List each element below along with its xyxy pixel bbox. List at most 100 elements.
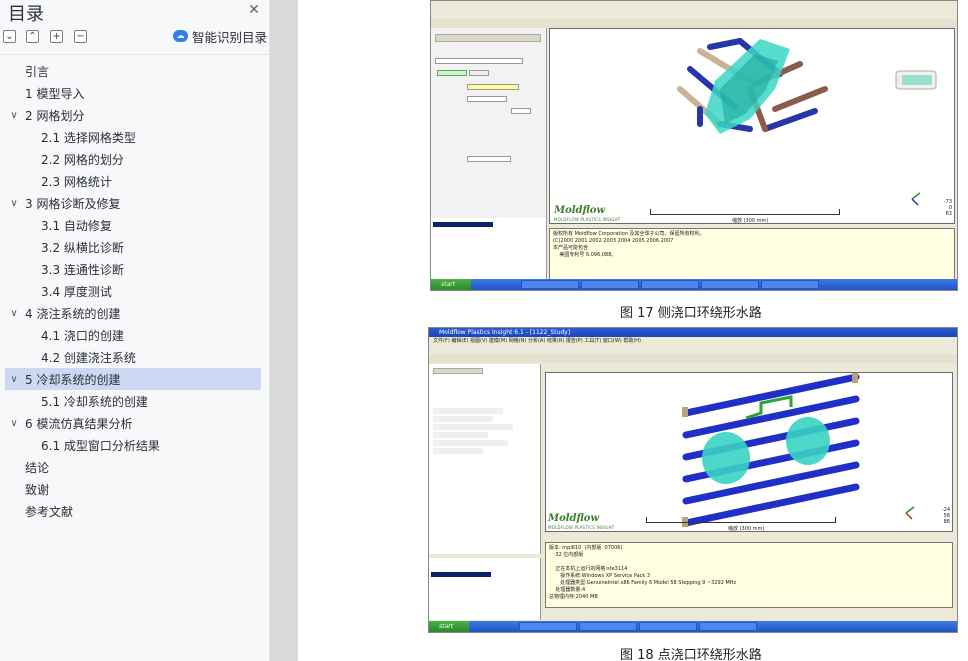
figure-18-caption: 图 18 点浇口环绕形水路 [620, 648, 762, 661]
toc-item[interactable]: ∨ 5 冷却系统的创建 [5, 368, 261, 390]
toolbar [431, 10, 957, 19]
toc-item[interactable]: ∨ 4 浇注系统的创建 [5, 302, 261, 324]
toc-item[interactable]: ∨ 6 模流仿真结果分析 [5, 412, 261, 434]
layers-panel [431, 218, 547, 280]
task-item[interactable] [581, 280, 639, 289]
toc-item-label: 3.1 自动修复 [41, 218, 112, 233]
menu-bar: 文件(F) 编辑(E) 视图(V) 建模(M) 网格(N) 分析(A) 结果(R… [429, 337, 957, 345]
task-item[interactable] [761, 280, 819, 289]
toc-item-label: 3.4 厚度测试 [41, 284, 112, 299]
toolbar [429, 345, 957, 354]
toc-item-label: 3 网格诊断及修复 [25, 196, 121, 211]
scale-label: 缩放 (300 mm) [732, 218, 769, 224]
toolbar [429, 354, 957, 363]
toc-title: 目录 [8, 4, 44, 25]
cooling-channel-model [677, 38, 937, 206]
toc-item[interactable]: 2.1 选择网格类型 [5, 126, 261, 148]
taskbar: start [431, 279, 957, 290]
toc-item[interactable]: ∨ 2 网格划分 [5, 104, 261, 126]
toc-item-label: 引言 [25, 64, 50, 79]
smart-toc-label: 智能识别目录 [192, 29, 268, 45]
task-item[interactable] [521, 280, 579, 289]
toc-item-label: 参考文献 [25, 504, 74, 519]
cooling-channel-model [682, 373, 915, 527]
chevron-up-icon[interactable]: ⌃ [26, 30, 39, 43]
toc-item-label: 6.1 成型窗口分析结果 [41, 438, 160, 453]
toc-item-label: 5.1 冷却系统的创建 [41, 394, 148, 409]
document-page: Moldflow MOLDFLOW PLASTICS INSIGHT 缩放 (3… [298, 0, 968, 661]
axis-readout: -73 0 63 [943, 199, 952, 217]
divider [0, 54, 270, 55]
toc-item-label: 3.2 纵横比诊断 [41, 240, 124, 255]
toc-toolbar: ⌄ ⌃ + − ☁ 智能识别目录 [0, 30, 270, 46]
scale-bar [650, 209, 840, 215]
plus-icon[interactable]: + [50, 30, 63, 43]
cloud-icon: ☁ [173, 30, 188, 42]
task-item[interactable] [519, 622, 577, 631]
figure-17-image: Moldflow MOLDFLOW PLASTICS INSIGHT 缩放 (3… [430, 0, 958, 291]
window-title: Moldflow Plastics Insight 6.1 - [1122_St… [429, 328, 957, 337]
toc-item[interactable]: 结论 [5, 456, 261, 478]
output-log: 版权所有 Moldflow Corporation 及其全球子公司。保留所有权利… [549, 228, 955, 280]
model-viewport: Moldflow MOLDFLOW PLASTICS INSIGHT 缩放 (3… [549, 28, 955, 224]
project-panel [429, 364, 541, 554]
toc-item-label: 2.3 网格统计 [41, 174, 112, 189]
toc-item[interactable]: 致谢 [5, 478, 261, 500]
toc-item[interactable]: 2.2 网格的划分 [5, 148, 261, 170]
toc-item[interactable]: 2.3 网格统计 [5, 170, 261, 192]
close-icon[interactable]: ✕ [247, 3, 261, 17]
moldflow-subtitle: MOLDFLOW PLASTICS INSIGHT [554, 217, 621, 222]
document-gutter [270, 0, 298, 661]
toc-item-label: 4 浇注系统的创建 [25, 306, 121, 321]
task-item[interactable] [641, 280, 699, 289]
minus-icon[interactable]: − [74, 30, 87, 43]
smart-toc-button[interactable]: ☁ 智能识别目录 [173, 28, 268, 45]
toc-item-label: 4.2 创建浇注系统 [41, 350, 136, 365]
toc-sidebar: 目录 ✕ ⌄ ⌃ + − ☁ 智能识别目录 引言 1 模型导入 ∨ 2 网格划分 2.1… [0, 0, 270, 661]
figure-17-caption: 图 17 侧浇口环绕形水路 [620, 306, 762, 321]
start-button[interactable]: start [429, 621, 469, 632]
chevron-down-icon[interactable]: ∨ [8, 308, 20, 319]
layers-panel [429, 558, 541, 620]
toc-item-label: 结论 [25, 460, 50, 475]
axis-readout: -24 58 86 [941, 507, 950, 525]
toc-item[interactable]: 引言 [5, 60, 261, 82]
toolbar [431, 19, 957, 28]
task-item[interactable] [639, 622, 697, 631]
toc-item[interactable]: 4.2 创建浇注系统 [5, 346, 261, 368]
toc-item[interactable]: 1 模型导入 [5, 82, 261, 104]
chevron-down-icon[interactable]: ∨ [8, 418, 20, 429]
start-button[interactable]: start [431, 279, 471, 290]
output-log: 版本: mpi610 (内部版 07006) 32 位内部版 正在本机上运行的网… [545, 542, 953, 608]
moldflow-subtitle: MOLDFLOW PLASTICS INSIGHT [548, 525, 615, 530]
toc-item-label: 2.1 选择网格类型 [41, 130, 136, 145]
toc-item[interactable]: 3.4 厚度测试 [5, 280, 261, 302]
moldflow-logo: Moldflow [548, 513, 600, 524]
toolbar [431, 1, 957, 10]
task-item[interactable] [579, 622, 637, 631]
toc-item-label: 2.2 网格的划分 [41, 152, 124, 167]
scale-label: 缩放 (300 mm) [728, 526, 765, 532]
toc-item-label: 3.3 连通性诊断 [41, 262, 124, 277]
chevron-down-icon[interactable]: ∨ [8, 198, 20, 209]
task-item[interactable] [699, 622, 757, 631]
taskbar: start [429, 621, 957, 632]
moldflow-logo: Moldflow [554, 205, 606, 216]
toc-item[interactable]: 4.1 浇口的创建 [5, 324, 261, 346]
toc-item[interactable]: 参考文献 [5, 500, 261, 522]
toc-item[interactable]: 3.3 连通性诊断 [5, 258, 261, 280]
toc-item[interactable]: ∨ 3 网格诊断及修复 [5, 192, 261, 214]
chevron-down-icon[interactable]: ∨ [8, 110, 20, 121]
chevron-down-icon[interactable]: ⌄ [3, 30, 16, 43]
toc-item[interactable]: 6.1 成型窗口分析结果 [5, 434, 261, 456]
toc-item-label: 5 冷却系统的创建 [25, 372, 121, 387]
toc-item[interactable]: 3.1 自动修复 [5, 214, 261, 236]
chevron-down-icon[interactable]: ∨ [8, 374, 20, 385]
toc-item[interactable]: 5.1 冷却系统的创建 [5, 390, 261, 412]
toc-item-label: 致谢 [25, 482, 50, 497]
toc-item-label: 2 网格划分 [25, 108, 85, 123]
toc-item[interactable]: 3.2 纵横比诊断 [5, 236, 261, 258]
toc-item-label: 1 模型导入 [25, 86, 85, 101]
toc-item-label: 6 模流仿真结果分析 [25, 416, 133, 431]
task-item[interactable] [701, 280, 759, 289]
